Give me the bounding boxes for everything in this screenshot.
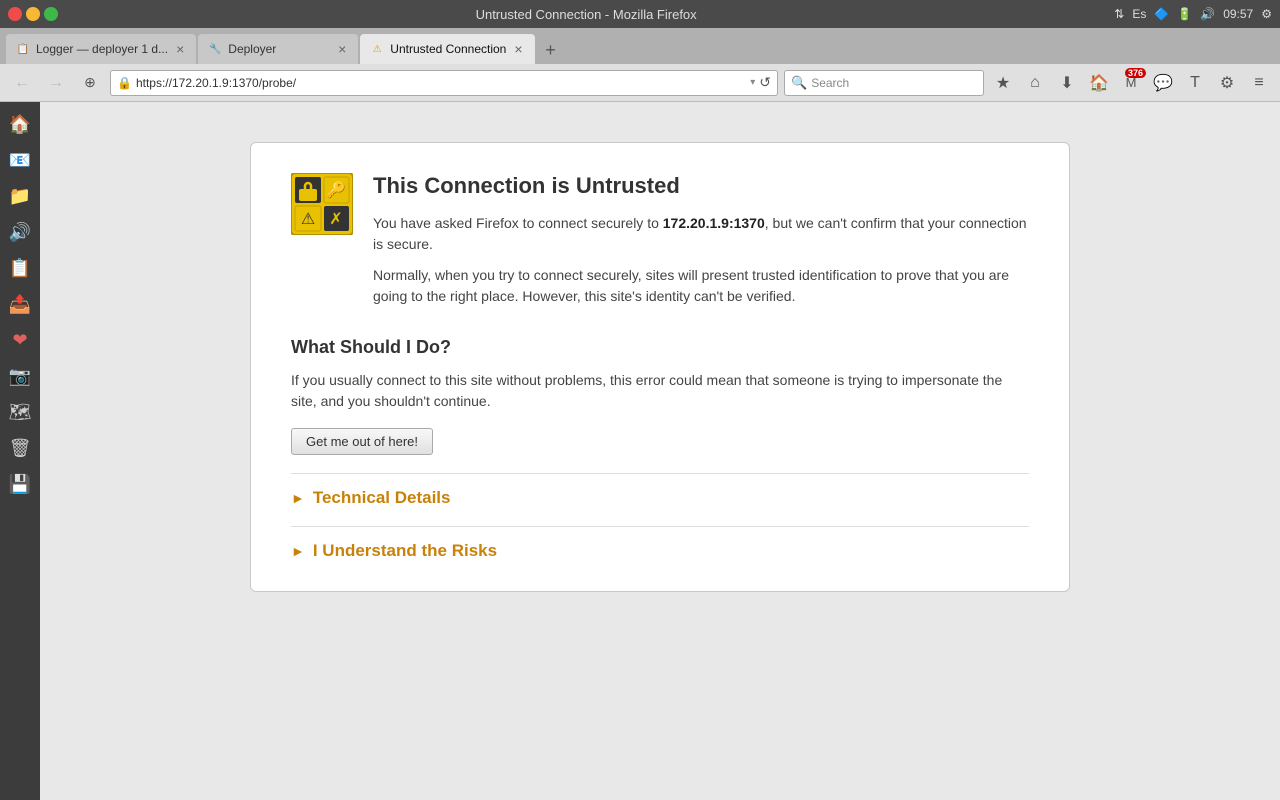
what-should-text: If you usually connect to this site with…	[291, 370, 1029, 412]
minimize-button[interactable]	[26, 7, 40, 21]
what-should-body: If you usually connect to this site with…	[291, 370, 1029, 412]
tray-battery-icon: 🔋	[1177, 7, 1192, 21]
home-btn2[interactable]: ⌂	[1022, 70, 1048, 96]
bookmark-button[interactable]: ★	[990, 70, 1016, 96]
error-title: This Connection is Untrusted	[373, 173, 1029, 199]
understand-risks-toggle[interactable]: ► I Understand the Risks	[291, 541, 1029, 561]
tab-logger[interactable]: 📋 Logger — deployer 1 d... ×	[6, 34, 196, 64]
get-out-button[interactable]: Get me out of here!	[291, 428, 433, 455]
clock: 09:57	[1223, 7, 1253, 21]
refresh-button[interactable]: ↺	[759, 74, 771, 91]
back-button[interactable]: ←	[8, 69, 36, 97]
svg-text:✗: ✗	[329, 211, 342, 228]
search-placeholder: Search	[811, 76, 849, 90]
sidebar-icon-home[interactable]: 🏠	[4, 108, 36, 140]
close-button[interactable]	[8, 7, 22, 21]
navbar: ← → ⊕ 🔒 https://172.20.1.9:1370/probe/ ▾…	[0, 64, 1280, 102]
error-description-1: You have asked Firefox to connect secure…	[373, 213, 1029, 255]
understand-risks-section: ► I Understand the Risks	[291, 526, 1029, 561]
error-title-section: This Connection is Untrusted You have as…	[373, 173, 1029, 317]
sidebar-icon-map[interactable]: 🗺	[4, 396, 36, 428]
technical-details-label: Technical Details	[313, 488, 451, 508]
system-tray: ⇅ Es 🔷 🔋 🔊 09:57 ⚙	[1114, 7, 1272, 21]
sidebar-icon-heart[interactable]: ❤	[4, 324, 36, 356]
error-body: You have asked Firefox to connect secure…	[373, 213, 1029, 307]
tray-bluetooth-icon: 🔷	[1154, 7, 1169, 21]
address-bar[interactable]: 🔒 https://172.20.1.9:1370/probe/ ▾ ↺	[110, 70, 778, 96]
tab-untrusted-label: Untrusted Connection	[390, 42, 506, 56]
translate-button[interactable]: T	[1182, 70, 1208, 96]
home-button[interactable]: ⊕	[76, 69, 104, 97]
titlebar: Untrusted Connection - Mozilla Firefox ⇅…	[0, 0, 1280, 28]
menu-button[interactable]: ≡	[1246, 70, 1272, 96]
tray-transfer-icon: ⇅	[1114, 7, 1124, 21]
window-title: Untrusted Connection - Mozilla Firefox	[66, 7, 1106, 22]
search-icon: 🔍	[791, 75, 807, 91]
sidebar-icon-camera[interactable]: 📷	[4, 360, 36, 392]
forward-button[interactable]: →	[42, 69, 70, 97]
tab-logger-label: Logger — deployer 1 d...	[36, 42, 168, 56]
error-host: 172.20.1.9:1370	[663, 215, 765, 231]
sidebar-icon-mail[interactable]: 📧	[4, 144, 36, 176]
gmail-button[interactable]: M 376	[1118, 70, 1144, 96]
tab-untrusted-close[interactable]: ×	[512, 42, 524, 56]
address-text: https://172.20.1.9:1370/probe/	[136, 76, 746, 90]
tray-lang-icon: Es	[1132, 7, 1146, 21]
technical-details-arrow: ►	[291, 490, 305, 506]
sidebar-icon-save[interactable]: 💾	[4, 468, 36, 500]
error-description-2: Normally, when you try to connect secure…	[373, 265, 1029, 307]
sidebar-icon-notes[interactable]: 📋	[4, 252, 36, 284]
download-button[interactable]: ⬇	[1054, 70, 1080, 96]
tab-deployer-close[interactable]: ×	[336, 42, 348, 56]
search-bar[interactable]: 🔍 Search	[784, 70, 984, 96]
svg-text:🔑: 🔑	[326, 180, 346, 199]
tab-deployer[interactable]: 🔧 Deployer ×	[198, 34, 358, 64]
tab-untrusted[interactable]: ⚠ Untrusted Connection ×	[360, 34, 534, 64]
tray-volume-icon: 🔊	[1200, 7, 1215, 21]
lock-icon: 🔒	[117, 76, 132, 90]
tab-untrusted-favicon: ⚠	[370, 42, 384, 56]
chat-button[interactable]: 💬	[1150, 70, 1176, 96]
svg-text:⚠: ⚠	[301, 211, 315, 228]
homescreen-button[interactable]: 🏠	[1086, 70, 1112, 96]
sidebar-icon-trash[interactable]: 🗑	[4, 432, 36, 464]
sidebar-icon-upload[interactable]: 📤	[4, 288, 36, 320]
understand-risks-arrow: ►	[291, 543, 305, 559]
technical-details-section: ► Technical Details	[291, 473, 1029, 508]
sidebar: 🏠 📧 📁 🔊 📋 📤 ❤ 📷 🗺 🗑 💾	[0, 102, 40, 800]
tab-logger-close[interactable]: ×	[174, 42, 186, 56]
desc-prefix: You have asked Firefox to connect secure…	[373, 215, 663, 231]
what-should-heading: What Should I Do?	[291, 337, 1029, 358]
tabbar: 📋 Logger — deployer 1 d... × 🔧 Deployer …	[0, 28, 1280, 64]
tab-deployer-label: Deployer	[228, 42, 330, 56]
error-icon: 🔑 ⚠ ✗	[291, 173, 353, 235]
tab-deployer-favicon: 🔧	[208, 42, 222, 56]
error-card: 🔑 ⚠ ✗ This Connection is Untrusted You h…	[250, 142, 1070, 592]
what-should-section: What Should I Do? If you usually connect…	[291, 337, 1029, 455]
sidebar-icon-files[interactable]: 📁	[4, 180, 36, 212]
maximize-button[interactable]	[44, 7, 58, 21]
content-area: 🔑 ⚠ ✗ This Connection is Untrusted You h…	[40, 102, 1280, 800]
understand-risks-label: I Understand the Risks	[313, 541, 497, 561]
tab-logger-favicon: 📋	[16, 42, 30, 56]
new-tab-button[interactable]: +	[537, 36, 565, 64]
address-dropdown-icon[interactable]: ▾	[750, 77, 755, 88]
dev-tools-button[interactable]: ⚙	[1214, 70, 1240, 96]
error-header: 🔑 ⚠ ✗ This Connection is Untrusted You h…	[291, 173, 1029, 317]
window-controls	[8, 7, 58, 21]
tray-settings-icon: ⚙	[1261, 7, 1272, 21]
technical-details-toggle[interactable]: ► Technical Details	[291, 488, 1029, 508]
sidebar-icon-sound[interactable]: 🔊	[4, 216, 36, 248]
